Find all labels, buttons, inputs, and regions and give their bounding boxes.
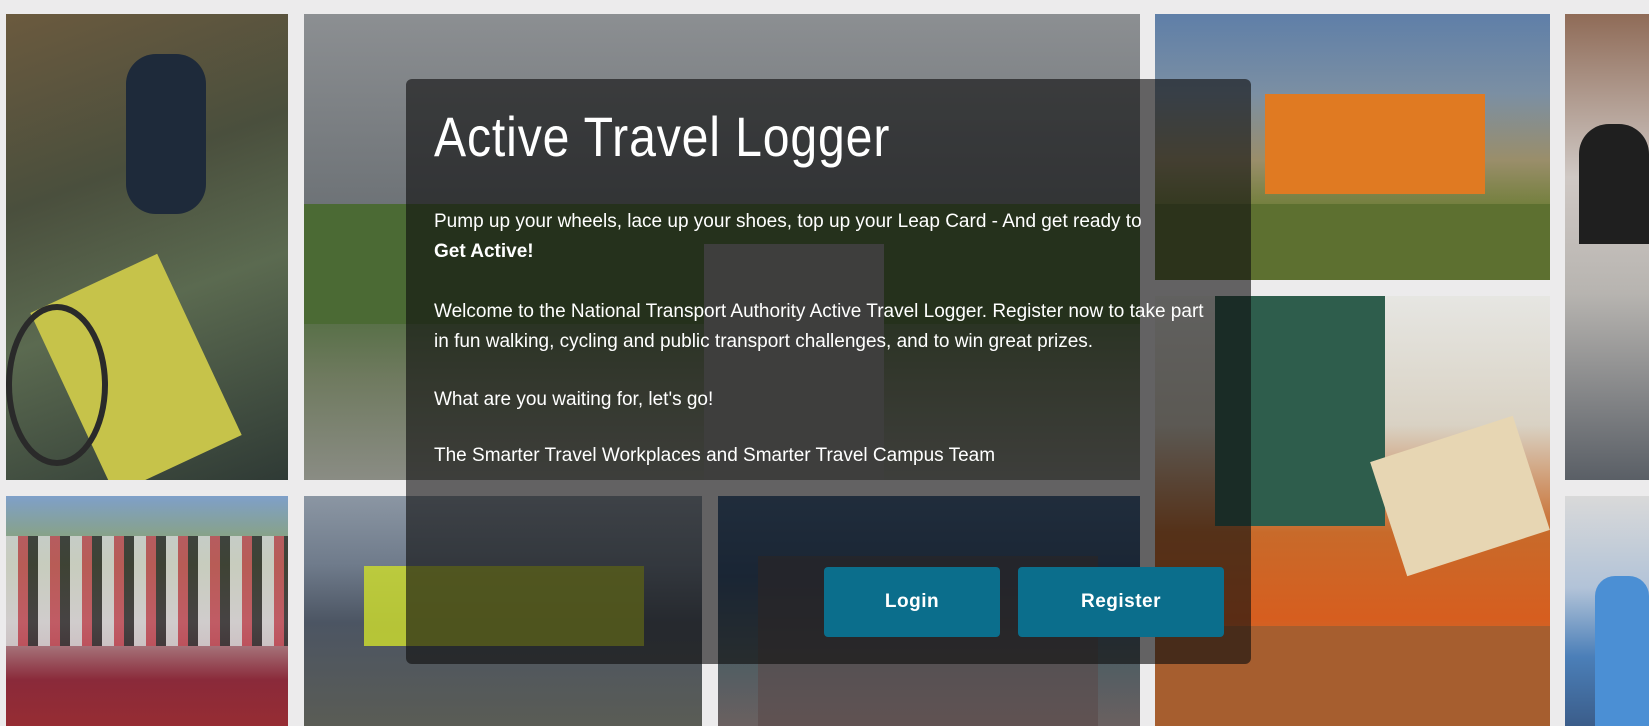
page-title: Active Travel Logger [434,105,891,168]
welcome-panel: Active Travel Logger Pump up your wheels… [406,79,1251,664]
welcome-paragraph: Welcome to the National Transport Author… [434,301,1204,352]
photo-tile-woman-with-bike [1565,14,1649,480]
photo-tile-running-track [6,496,288,726]
photo-tile-person-in-train [1565,496,1649,726]
intro-paragraph: Pump up your wheels, lace up your shoes,… [434,207,1223,267]
intro-text: Pump up your wheels, lace up your shoes,… [434,211,1142,232]
intro-bold-text: Get Active! [434,241,534,262]
register-button[interactable]: Register [1018,567,1224,637]
photo-tile-cyclists-office [6,14,288,480]
login-button[interactable]: Login [824,567,1000,637]
cta-paragraph: What are you waiting for, let's go! [434,389,714,410]
signature-paragraph: The Smarter Travel Workplaces and Smarte… [434,445,996,466]
